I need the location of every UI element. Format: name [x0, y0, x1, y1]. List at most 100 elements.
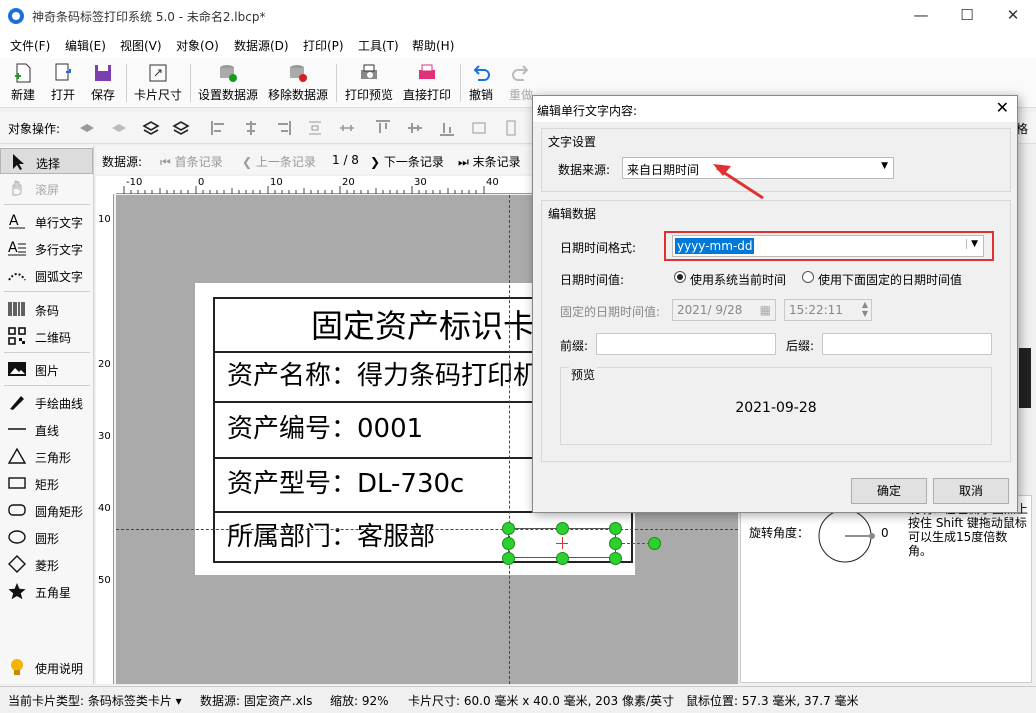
navigator-label: 数据源: [102, 155, 143, 169]
tool-ellipse[interactable]: 圆形 [0, 524, 93, 550]
print-preview-button[interactable]: 打印预览 [342, 60, 396, 106]
resize-handle-r[interactable] [609, 537, 622, 550]
minimize-button[interactable]: — [898, 0, 944, 32]
menu-object[interactable]: 对象(O) [176, 37, 219, 54]
resize-handle-tl[interactable] [502, 522, 515, 535]
menu-file[interactable]: 文件(F) [10, 37, 50, 54]
tool-triangle[interactable]: 三角形 [0, 443, 93, 469]
radio-current-time[interactable] [674, 271, 686, 283]
rotation-dial[interactable] [817, 508, 877, 564]
status-bar: 当前卡片类型: 条码标签类卡片 ▾ 数据源: 固定资产.xls 缩放: 92% … [0, 686, 1036, 713]
radio-current-label: 使用系统当前时间 [690, 273, 787, 287]
set-datasource-button[interactable]: 设置数据源 [196, 60, 260, 106]
undo-button[interactable]: 撤销 [466, 60, 496, 106]
tool-rounded-rect[interactable]: 圆角矩形 [0, 497, 93, 523]
align-center-icon[interactable] [242, 119, 260, 137]
preview-label: 预览 [569, 366, 598, 383]
radio-fixed-time[interactable] [802, 271, 814, 283]
status-zoom: 缩放: 92% [330, 694, 389, 708]
same-width-icon[interactable] [470, 119, 488, 137]
line-icon [8, 428, 26, 430]
menu-help[interactable]: 帮助(H) [412, 37, 454, 54]
new-button[interactable]: 新建 [6, 60, 40, 106]
status-card-type[interactable]: 当前卡片类型: 条码标签类卡片 ▾ [8, 692, 182, 709]
prev-record-button[interactable]: ❮ 上一条记录 [242, 153, 316, 170]
tool-freehand[interactable]: 手绘曲线 [0, 389, 93, 415]
first-record-button[interactable]: ⏮ 首条记录 [160, 153, 223, 170]
save-button[interactable]: 保存 [86, 60, 120, 106]
bring-to-front-icon[interactable] [142, 119, 160, 137]
rotation-handle[interactable] [648, 537, 661, 550]
ruler-corner [96, 176, 116, 194]
tool-select[interactable]: 选择 [0, 148, 93, 174]
prefix-input[interactable] [596, 333, 776, 355]
resize-handle-b[interactable] [556, 552, 569, 565]
tool-line[interactable]: 直线 [0, 416, 93, 442]
prefix-label: 前缀: [560, 339, 589, 353]
menu-edit[interactable]: 编辑(E) [65, 37, 106, 54]
tool-barcode[interactable]: 条码 [0, 296, 93, 322]
maximize-button[interactable]: ☐ [944, 0, 990, 32]
save-label: 保存 [90, 88, 115, 102]
remove-datasource-label: 移除数据源 [267, 88, 328, 102]
card-size-button[interactable]: 卡片尺寸 [132, 60, 184, 106]
diamond-icon [8, 555, 26, 573]
open-button[interactable]: 打开 [46, 60, 80, 106]
cancel-button[interactable]: 取消 [933, 478, 1009, 504]
resize-handle-br[interactable] [609, 552, 622, 565]
same-height-icon[interactable] [502, 119, 520, 137]
menu-view[interactable]: 视图(V) [120, 37, 162, 54]
resize-handle-t[interactable] [556, 522, 569, 535]
resize-handle-bl[interactable] [502, 552, 515, 565]
tool-arc-text[interactable]: 圆弧文字 [0, 262, 93, 288]
horizontal-ruler: -10 0 10 20 30 40 [116, 176, 536, 194]
tool-single-text-label: 单行文字 [35, 216, 84, 230]
send-to-back-icon[interactable] [172, 119, 190, 137]
menu-datasource[interactable]: 数据源(D) [234, 37, 289, 54]
vertical-ruler: 10 20 30 40 50 [96, 194, 114, 684]
remove-datasource-button[interactable]: 移除数据源 [266, 60, 330, 106]
menu-tools[interactable]: 工具(T) [358, 37, 399, 54]
resize-handle-l[interactable] [502, 537, 515, 550]
send-backward-icon[interactable] [110, 119, 128, 137]
preview-value: 2021-09-28 [735, 400, 817, 416]
bring-forward-icon[interactable] [78, 119, 96, 137]
align-bottom-icon[interactable] [438, 119, 456, 137]
edit-data-label: 编辑数据 [548, 207, 597, 221]
tool-diamond[interactable]: 菱形 [0, 551, 93, 577]
next-record-button[interactable]: ❯ 下一条记录 [370, 153, 444, 170]
fixed-time-picker[interactable]: 15:22:11 ▲ ▼ [784, 299, 872, 321]
resize-handle-tr[interactable] [609, 522, 622, 535]
tool-single-line-text[interactable]: A 单行文字 [0, 208, 93, 234]
undo-icon [473, 65, 490, 81]
close-window-button[interactable]: ✕ [990, 0, 1036, 32]
tool-panel: 选择 滚屏 A 单行文字 A 多行文字 圆弧文字 条码 二维码 图片 手绘曲线 … [0, 146, 94, 684]
tool-scroll[interactable]: 滚屏 [0, 175, 93, 201]
tool-triangle-label: 三角形 [35, 451, 72, 465]
tool-rectangle[interactable]: 矩形 [0, 470, 93, 496]
ok-button[interactable]: 确定 [851, 478, 927, 504]
align-top-icon[interactable] [374, 119, 392, 137]
dialog-close-icon[interactable]: ✕ [996, 98, 1009, 117]
redo-icon [512, 65, 529, 81]
fixed-date-picker[interactable]: 2021/ 9/28 ▦ [672, 299, 776, 321]
ruler-h-label-3: 20 [342, 177, 355, 188]
direct-print-button[interactable]: 直接打印 [400, 60, 454, 106]
align-middle-icon[interactable] [406, 119, 424, 137]
tool-star[interactable]: 五角星 [0, 578, 93, 604]
tool-image[interactable]: 图片 [0, 356, 93, 382]
tool-diamond-label: 菱形 [35, 559, 60, 573]
menu-print[interactable]: 打印(P) [303, 37, 344, 54]
tool-help[interactable]: 使用说明 [0, 654, 93, 680]
align-left-icon[interactable] [210, 119, 228, 137]
window-title: 神奇条码标签打印系统 5.0 - 未命名2.lbcp* [32, 10, 266, 24]
suffix-input[interactable] [822, 333, 992, 355]
tool-multi-line-text[interactable]: A 多行文字 [0, 235, 93, 261]
align-right-icon[interactable] [274, 119, 292, 137]
distribute-vertical-icon[interactable] [306, 119, 324, 137]
last-record-button[interactable]: ⏭ 末条记录 [458, 153, 521, 170]
tool-qrcode[interactable]: 二维码 [0, 323, 93, 349]
format-combo[interactable]: yyyy-mm-dd ▼ [672, 235, 984, 257]
fixed-label: 固定的日期时间值: [560, 305, 661, 319]
distribute-horizontal-icon[interactable] [338, 119, 356, 137]
